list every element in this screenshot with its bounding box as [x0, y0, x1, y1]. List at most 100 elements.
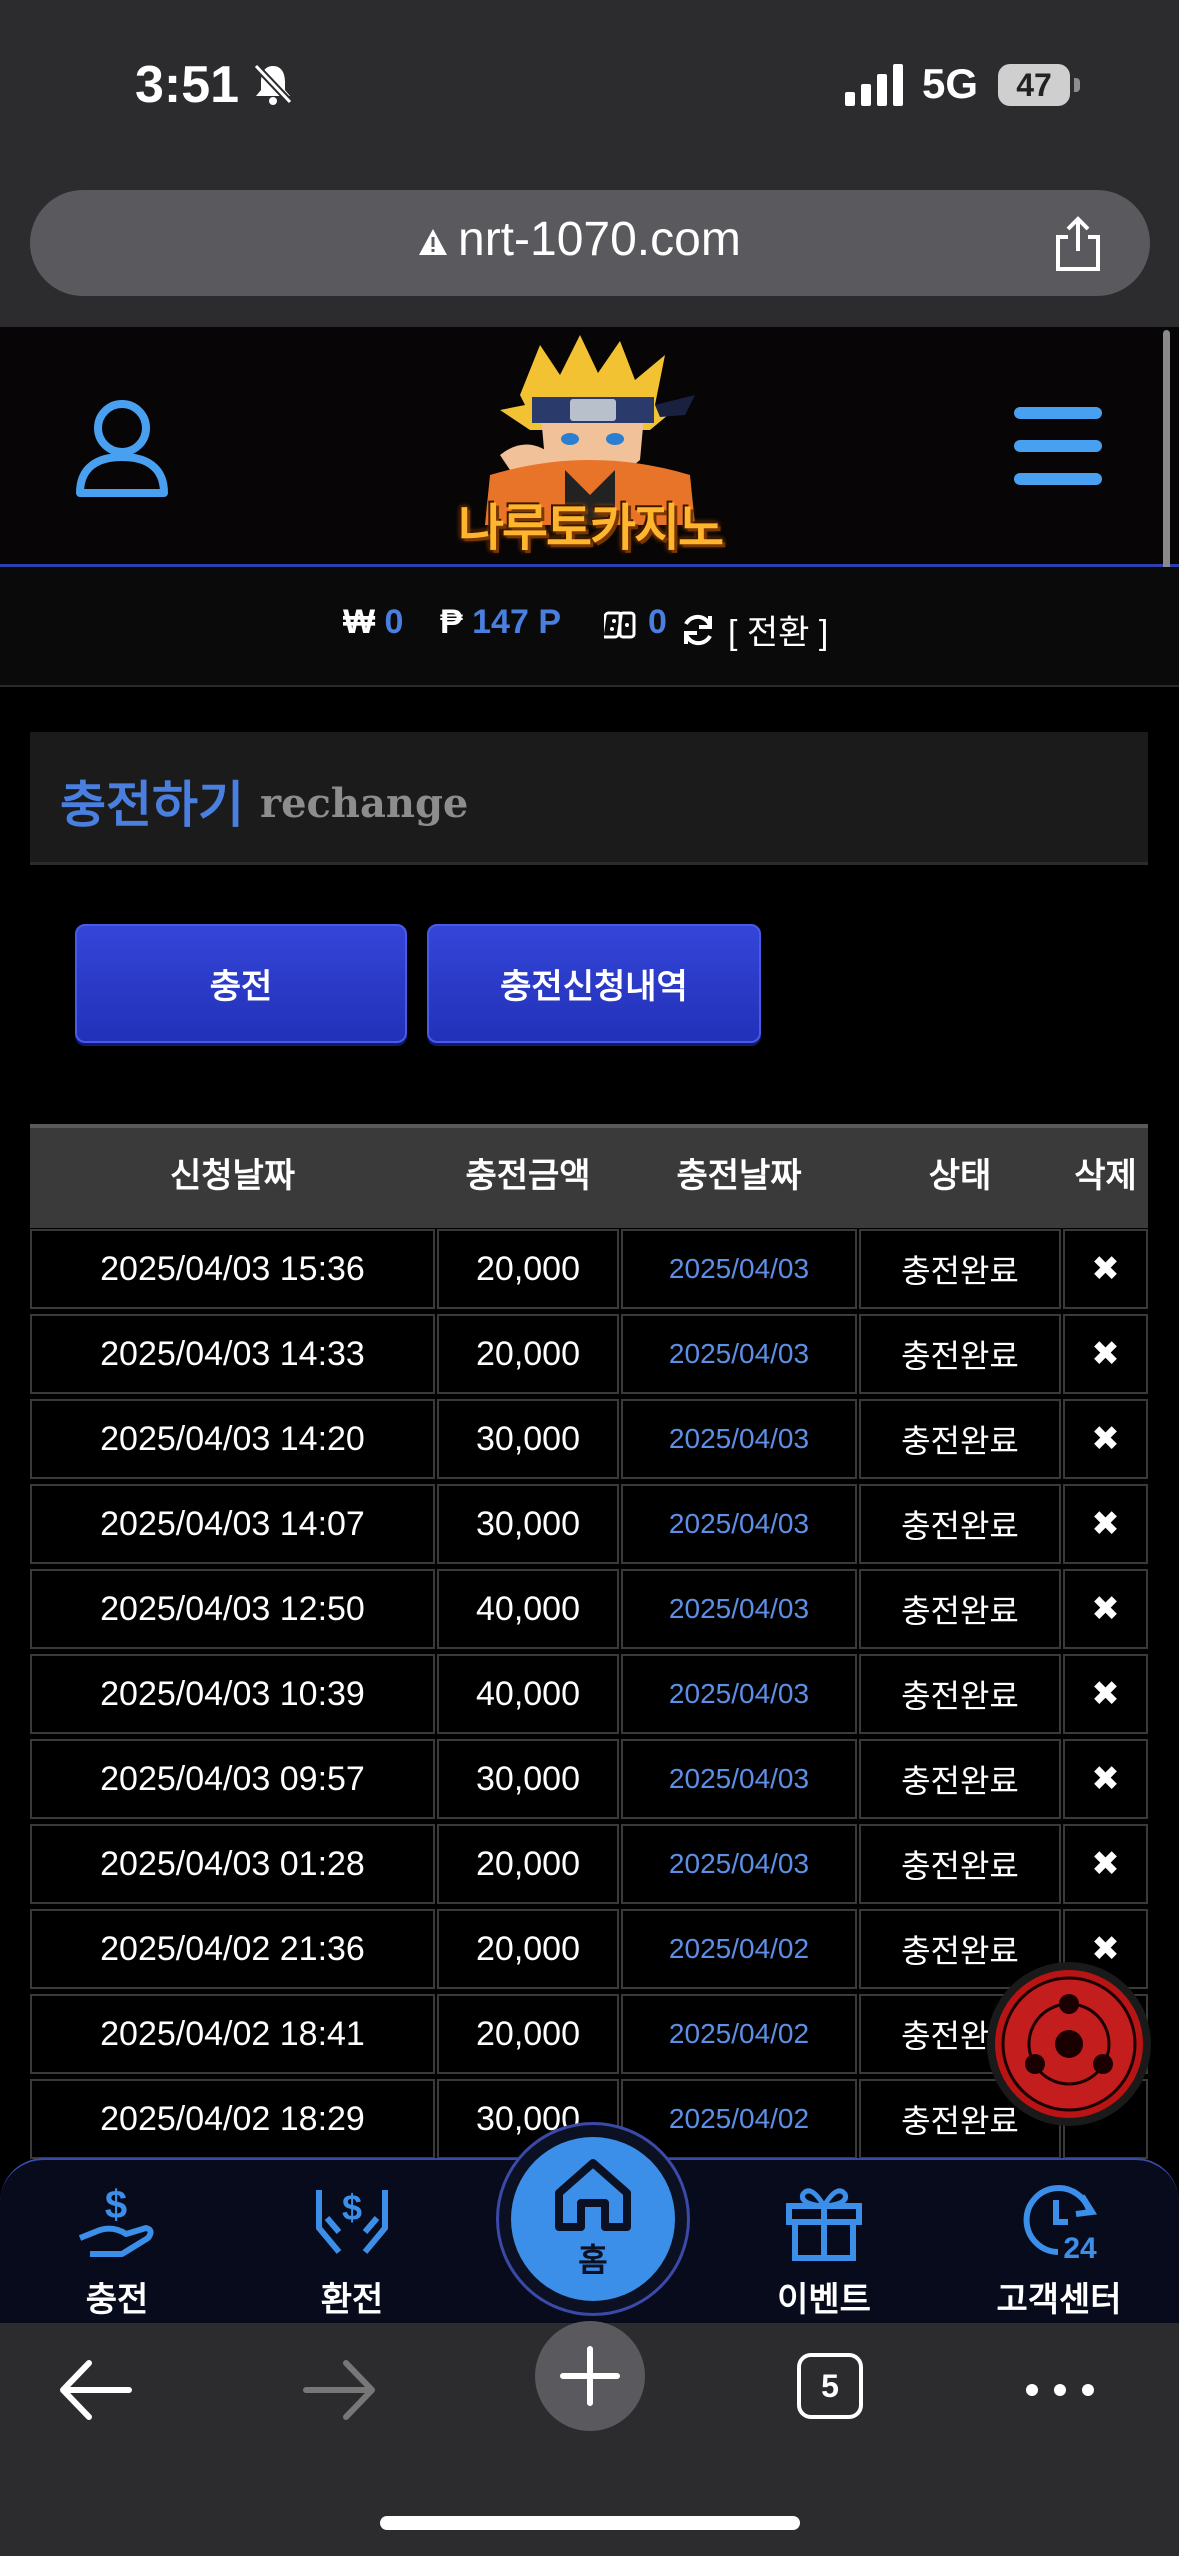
cell-request-date: 2025/04/03 14:33: [30, 1314, 435, 1394]
cell-request-date: 2025/04/03 12:50: [30, 1569, 435, 1649]
table-row: 2025/04/02 18:41 20,000 2025/04/02 충전완료: [30, 1994, 1148, 2078]
point-value: 147 P: [472, 603, 561, 641]
dice-value: 0: [648, 603, 667, 641]
cell-charge-date: 2025/04/03: [621, 1229, 857, 1309]
svg-text:$: $: [342, 2187, 362, 2228]
cell-status: 충전완료: [859, 1229, 1061, 1309]
point-balance: ₱ 147 P: [440, 603, 561, 642]
table-row: 2025/04/03 10:39 40,000 2025/04/03 충전완료 ✖: [30, 1654, 1148, 1738]
cell-request-date: 2025/04/03 01:28: [30, 1824, 435, 1904]
cell-charge-amount: 40,000: [437, 1569, 619, 1649]
refresh-icon[interactable]: [680, 612, 716, 648]
cell-charge-amount: 20,000: [437, 1824, 619, 1904]
svg-text:$: $: [105, 2183, 127, 2227]
nav-home[interactable]: 홈: [496, 2122, 690, 2316]
cell-status: 충전완료: [859, 1399, 1061, 1479]
header-charge-amount: 충전금액: [465, 1156, 591, 1196]
gift-icon: [786, 2188, 862, 2261]
table-row: 2025/04/03 14:07 30,000 2025/04/03 충전완료 ✖: [30, 1484, 1148, 1568]
user-icon[interactable]: [72, 395, 172, 500]
cell-charge-date: 2025/04/03: [621, 1739, 857, 1819]
cell-charge-amount: 20,000: [437, 1994, 619, 2074]
page-subtitle: rechange: [260, 780, 469, 827]
cell-charge-amount: 40,000: [437, 1654, 619, 1734]
money-hands-icon: $: [316, 2187, 388, 2254]
dice-icon: [604, 611, 636, 639]
won-symbol: ₩: [343, 603, 376, 641]
logo-text[interactable]: 나루토카지노: [440, 488, 740, 560]
delete-icon[interactable]: ✖: [1063, 1654, 1148, 1734]
cell-charge-amount: 20,000: [437, 1909, 619, 1989]
bell-off-icon: [253, 63, 293, 105]
tabs-button[interactable]: 5: [797, 2353, 863, 2419]
cell-request-date: 2025/04/03 14:07: [30, 1484, 435, 1564]
cell-charge-amount: 30,000: [437, 1739, 619, 1819]
delete-icon[interactable]: ✖: [1063, 1399, 1148, 1479]
delete-icon[interactable]: ✖: [1063, 1484, 1148, 1564]
cell-charge-date: 2025/04/02: [621, 1994, 857, 2074]
table-row: 2025/04/03 15:36 20,000 2025/04/03 충전완료 ✖: [30, 1229, 1148, 1313]
cell-charge-date: 2025/04/03: [621, 1484, 857, 1564]
header-delete: 삭제: [1074, 1156, 1137, 1196]
url-text[interactable]: nrt-1070.com: [458, 212, 741, 267]
table-row: 2025/04/03 14:33 20,000 2025/04/03 충전완료 ✖: [30, 1314, 1148, 1398]
nav-charge[interactable]: $ 충전: [27, 2160, 207, 2325]
header-status: 상태: [928, 1156, 992, 1196]
cell-charge-date: 2025/04/03: [621, 1569, 857, 1649]
table-row: 2025/04/03 01:28 20,000 2025/04/03 충전완료 ✖: [30, 1824, 1148, 1908]
share-icon[interactable]: [1050, 215, 1106, 273]
network-label: 5G: [922, 60, 979, 107]
nav-home-button[interactable]: 홈: [511, 2137, 675, 2301]
page-title: 충전하기: [60, 776, 244, 834]
svg-text:24: 24: [1063, 2232, 1097, 2264]
back-arrow-icon[interactable]: [55, 2345, 135, 2435]
nav-event[interactable]: 이벤트: [734, 2160, 914, 2325]
battery-icon: 47: [998, 64, 1070, 106]
cell-request-date: 2025/04/03 10:39: [30, 1654, 435, 1734]
cell-charge-date: 2025/04/03: [621, 1824, 857, 1904]
nav-exchange-label: 환전: [320, 2280, 384, 2320]
delete-icon[interactable]: ✖: [1063, 1229, 1148, 1309]
charge-button[interactable]: 충전: [75, 924, 407, 1043]
sharingan-float-icon[interactable]: [985, 1960, 1153, 2128]
new-tab-button[interactable]: [535, 2321, 645, 2431]
plus-icon: [560, 2346, 620, 2406]
nav-home-label: 홈: [578, 2241, 608, 2279]
convert-link[interactable]: [ 전환 ]: [728, 605, 828, 654]
nav-support[interactable]: 24 고객센터: [969, 2160, 1149, 2325]
header-charge-date: 충전날짜: [676, 1156, 802, 1196]
battery-tip: [1074, 78, 1080, 92]
nav-exchange[interactable]: $ 환전: [262, 2160, 442, 2325]
cell-request-date: 2025/04/02 21:36: [30, 1909, 435, 1989]
won-balance: ₩ 0: [343, 603, 403, 642]
cell-request-date: 2025/04/02 18:29: [30, 2079, 435, 2159]
cell-request-date: 2025/04/03 14:20: [30, 1399, 435, 1479]
point-symbol: ₱: [440, 603, 463, 641]
support-24-icon: 24: [1023, 2185, 1098, 2264]
delete-icon[interactable]: ✖: [1063, 1569, 1148, 1649]
table-row: 2025/04/02 21:36 20,000 2025/04/02 충전완료 ✖: [30, 1909, 1148, 1993]
delete-icon[interactable]: ✖: [1063, 1314, 1148, 1394]
cell-charge-amount: 30,000: [437, 1399, 619, 1479]
warning-icon: [419, 229, 447, 255]
table-row: 2025/04/03 14:20 30,000 2025/04/03 충전완료 ✖: [30, 1399, 1148, 1483]
home-indicator: [380, 2516, 800, 2530]
nav-charge-label: 충전: [85, 2280, 149, 2320]
dollar-hand-icon: $: [78, 2183, 154, 2257]
cell-request-date: 2025/04/03 15:36: [30, 1229, 435, 1309]
header-request-date: 신청날짜: [169, 1156, 296, 1196]
forward-arrow-icon[interactable]: [300, 2345, 380, 2435]
cell-status: 충전완료: [859, 1739, 1061, 1819]
table-row: 2025/04/03 12:50 40,000 2025/04/03 충전완료 ✖: [30, 1569, 1148, 1653]
nav-support-label: 고객센터: [996, 2280, 1122, 2320]
cell-charge-date: 2025/04/02: [621, 1909, 857, 1989]
signal-icon: [845, 64, 903, 106]
cell-charge-amount: 30,000: [437, 1484, 619, 1564]
charge-history-button[interactable]: 충전신청내역: [427, 924, 761, 1043]
balance-bar: [0, 567, 1179, 687]
more-icon[interactable]: [1020, 2345, 1100, 2435]
delete-icon[interactable]: ✖: [1063, 1739, 1148, 1819]
hamburger-menu-icon[interactable]: [1012, 405, 1104, 487]
delete-icon[interactable]: ✖: [1063, 1824, 1148, 1904]
cell-status: 충전완료: [859, 1314, 1061, 1394]
